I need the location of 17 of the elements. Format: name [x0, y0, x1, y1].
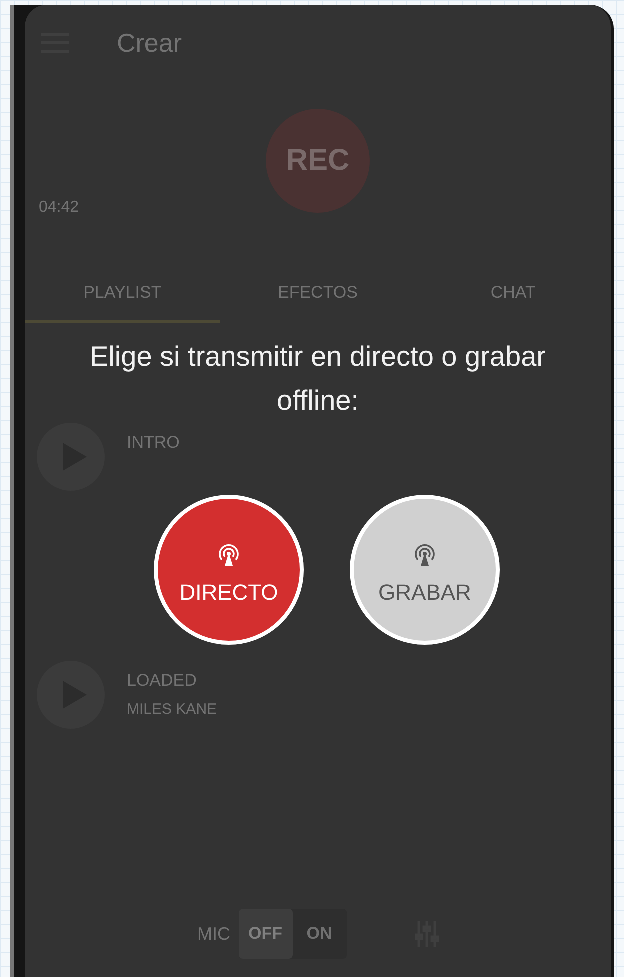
tab[interactable]: CHAT	[416, 265, 611, 323]
track-title: LOADED	[127, 671, 198, 691]
app-title: Crear	[117, 28, 182, 58]
dialog-prompt: Elige si transmitir en directo o grabar offline:	[89, 340, 547, 418]
toggle-option[interactable]: ON	[292, 909, 346, 959]
tab[interactable]: PLAYLIST	[25, 265, 220, 323]
mode-button[interactable]: GRABAR	[350, 495, 500, 645]
track-artist: MILES KANE	[127, 701, 218, 718]
record-button[interactable]: REC	[266, 109, 370, 213]
mic-label: MIC	[198, 924, 230, 944]
track-title: INTRO	[127, 433, 180, 453]
toggle-option[interactable]: OFF	[238, 909, 292, 959]
tab[interactable]: EFECTOS	[220, 265, 416, 323]
elapsed-time: 04:42	[39, 199, 80, 217]
broadcast-icon	[413, 544, 437, 568]
mode-button[interactable]: DIRECTO	[154, 495, 304, 645]
broadcast-icon	[217, 544, 241, 568]
